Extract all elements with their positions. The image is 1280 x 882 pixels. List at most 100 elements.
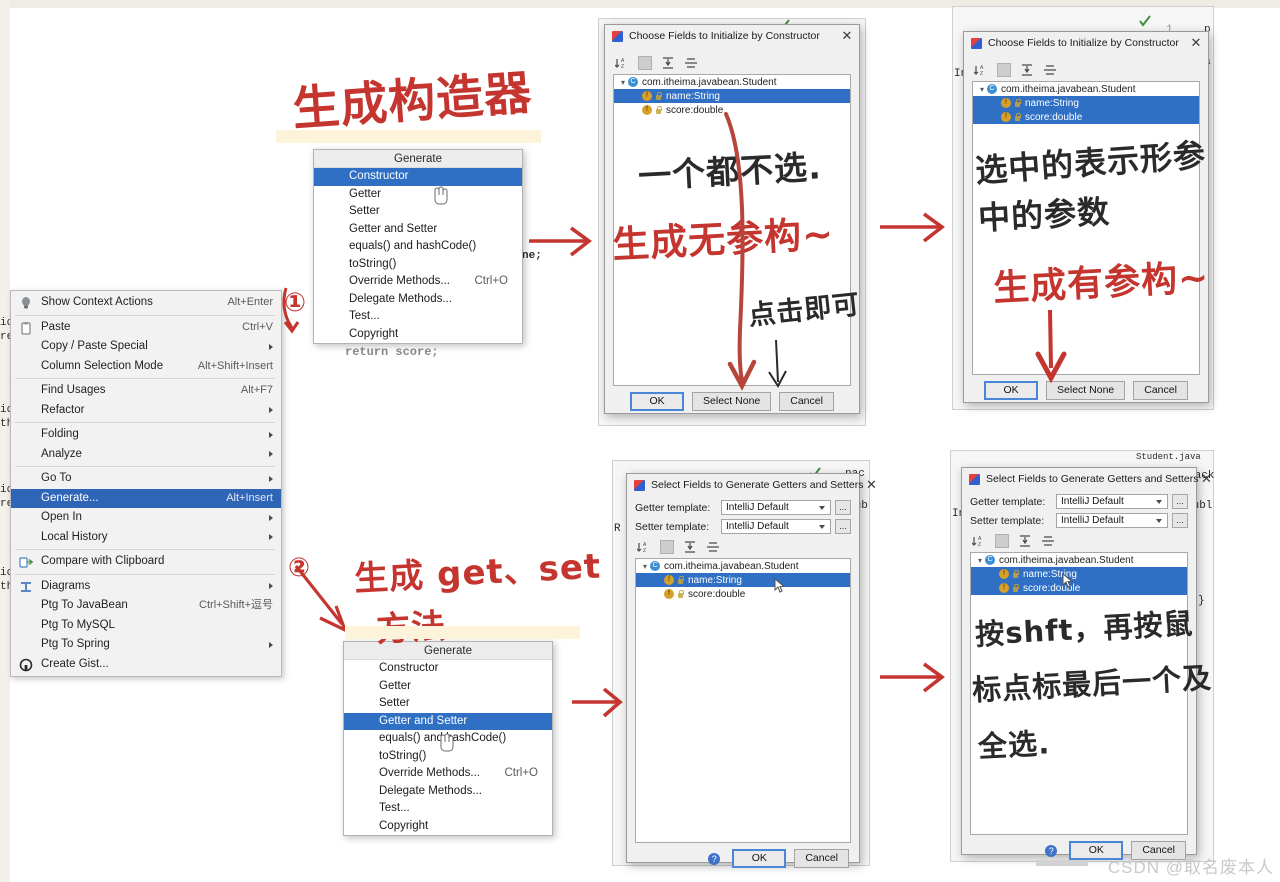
context-menu-item-column-selection-mode[interactable]: Column Selection Mode Alt+Shift+Insert xyxy=(11,357,281,377)
tree-toolbar-3[interactable]: AZ xyxy=(636,538,851,555)
generate-item-tostring[interactable]: toString() xyxy=(344,748,552,766)
context-menu-item-analyze[interactable]: Analyze xyxy=(11,445,281,465)
setter-template-select[interactable]: IntelliJ Default xyxy=(721,519,831,534)
generate-popup-top[interactable]: Generate Constructor Getter Setter Getter a… xyxy=(313,149,523,344)
tree-node-class[interactable]: ▾ Ccom.itheima.javabean.Student xyxy=(971,553,1187,567)
generate-item-override-methods[interactable]: Override Methods... Ctrl+O xyxy=(344,765,552,783)
dialog-choose-fields-ctor-none[interactable]: Choose Fields to Initialize by Construct… xyxy=(604,24,860,414)
generate-item-getter[interactable]: Getter xyxy=(344,678,552,696)
sort-alpha-icon[interactable]: AZ xyxy=(614,56,629,70)
close-icon[interactable]: ✕ xyxy=(839,28,855,44)
generate-item-getter-and-setter[interactable]: Getter and Setter xyxy=(344,712,552,730)
generate-item-test[interactable]: Test... xyxy=(344,800,552,818)
close-icon[interactable]: ✕ xyxy=(1198,471,1214,487)
tree-toolbar-2[interactable]: AZ xyxy=(973,61,1200,78)
group-by-icon[interactable] xyxy=(995,533,1009,548)
getter-template-select[interactable]: IntelliJ Default xyxy=(1056,494,1168,509)
group-by-icon[interactable] xyxy=(997,62,1011,77)
tree-toolbar[interactable]: AZ xyxy=(614,54,851,71)
generate-item-override-methods[interactable]: Override Methods... Ctrl+O xyxy=(314,273,522,291)
getter-template-edit-button[interactable]: ... xyxy=(1172,494,1188,509)
tree-node-field[interactable]: f score:double xyxy=(636,587,850,601)
setter-template-edit-button[interactable]: ... xyxy=(1172,513,1188,528)
tree-node-class[interactable]: ▾ Ccom.itheima.javabean.Student xyxy=(614,75,850,89)
group-by-icon[interactable] xyxy=(638,55,652,70)
context-menu-item-generate[interactable]: Generate... Alt+Insert xyxy=(11,488,281,508)
sort-alpha-icon[interactable]: AZ xyxy=(973,63,988,77)
tree-node-field[interactable]: f name:String xyxy=(971,567,1187,581)
generate-item-constructor[interactable]: Constructor xyxy=(314,168,522,186)
select-none-button[interactable]: Select None xyxy=(1046,381,1126,400)
setter-template-select[interactable]: IntelliJ Default xyxy=(1056,513,1168,528)
context-menu-item-go-to[interactable]: Go To xyxy=(11,469,281,489)
setter-template-edit-button[interactable]: ... xyxy=(835,519,851,534)
dialog-choose-fields-ctor-all[interactable]: Choose Fields to Initialize by Construct… xyxy=(963,31,1209,403)
collapse-all-icon[interactable] xyxy=(1043,63,1057,77)
tree-node-class[interactable]: ▾ Ccom.itheima.javabean.Student xyxy=(973,82,1199,96)
fields-tree[interactable]: ▾ Ccom.itheima.javabean.Student f name:Stri… xyxy=(613,74,851,386)
fields-tree-2[interactable]: ▾ Ccom.itheima.javabean.Student f name:Stri… xyxy=(972,81,1200,375)
tree-node-field[interactable]: f name:String xyxy=(636,573,850,587)
context-menu-item-ptg-to-mysql[interactable]: Ptg To MySQL xyxy=(11,616,281,636)
generate-popup-bottom[interactable]: Generate Constructor Getter Setter Getter a… xyxy=(343,641,553,836)
context-menu-item-ptg-to-spring[interactable]: Ptg To Spring xyxy=(11,635,281,655)
context-menu-item-compare-with-clipboard[interactable]: Compare with Clipboard xyxy=(11,552,281,572)
generate-item-test[interactable]: Test... xyxy=(314,308,522,326)
tree-toolbar-4[interactable]: AZ xyxy=(971,532,1188,549)
ok-button[interactable]: OK xyxy=(732,849,787,868)
cancel-button[interactable]: Cancel xyxy=(779,392,834,411)
context-menu-item-find-usages[interactable]: Find Usages Alt+F7 xyxy=(11,381,281,401)
dialog-select-fields-gs-one[interactable]: Select Fields to Generate Getters and Se… xyxy=(626,473,877,868)
chevron-down-icon[interactable]: ▾ xyxy=(977,85,987,94)
dialog-select-fields-gs-all[interactable]: Select Fields to Generate Getters and Se… xyxy=(961,467,1212,860)
tree-node-field[interactable]: f score:double xyxy=(971,581,1187,595)
generate-item-equals-and-hashcode[interactable]: equals() and hashCode() xyxy=(314,238,522,256)
ok-button[interactable]: OK xyxy=(984,381,1039,400)
tree-node-field[interactable]: f score:double xyxy=(973,110,1199,124)
help-icon[interactable]: ? xyxy=(1045,844,1058,857)
generate-item-constructor[interactable]: Constructor xyxy=(344,660,552,678)
fields-tree-3[interactable]: ▾ Ccom.itheima.javabean.Student f name:Stri… xyxy=(635,558,851,843)
collapse-all-icon[interactable] xyxy=(706,540,720,554)
context-menu-item-open-in[interactable]: Open In xyxy=(11,508,281,528)
context-menu-item-ptg-to-javabean[interactable]: Ptg To JavaBean Ctrl+Shift+逗号 xyxy=(11,596,281,616)
collapse-all-icon[interactable] xyxy=(1041,534,1055,548)
generate-item-setter[interactable]: Setter xyxy=(344,695,552,713)
expand-all-icon[interactable] xyxy=(661,56,675,70)
generate-item-getter-and-setter[interactable]: Getter and Setter xyxy=(314,221,522,239)
cancel-button[interactable]: Cancel xyxy=(1133,381,1188,400)
context-menu-item-local-history[interactable]: Local History xyxy=(11,528,281,548)
chevron-down-icon[interactable]: ▾ xyxy=(640,562,650,571)
getter-template-edit-button[interactable]: ... xyxy=(835,500,851,515)
generate-item-delegate-methods[interactable]: Delegate Methods... xyxy=(344,783,552,801)
generate-popup-list-bottom[interactable]: Constructor Getter Setter Getter and Setter… xyxy=(344,660,552,835)
chevron-down-icon[interactable]: ▾ xyxy=(618,78,628,87)
sort-alpha-icon[interactable]: AZ xyxy=(636,540,651,554)
context-menu-item-show-context-actions[interactable]: Show Context Actions Alt+Enter xyxy=(11,293,281,313)
generate-popup-list[interactable]: Constructor Getter Setter Getter and Setter… xyxy=(314,168,522,343)
generate-item-getter[interactable]: Getter xyxy=(314,186,522,204)
context-menu-item-diagrams[interactable]: Diagrams xyxy=(11,577,281,597)
close-icon[interactable]: ✕ xyxy=(863,477,879,493)
tree-node-field[interactable]: f name:String xyxy=(973,96,1199,110)
generate-item-equals-and-hashcode[interactable]: equals() and hashCode() xyxy=(344,730,552,748)
generate-item-copyright[interactable]: Copyright xyxy=(314,326,522,344)
expand-all-icon[interactable] xyxy=(683,540,697,554)
sort-alpha-icon[interactable]: AZ xyxy=(971,534,986,548)
generate-item-copyright[interactable]: Copyright xyxy=(344,818,552,836)
chevron-down-icon[interactable]: ▾ xyxy=(975,556,985,565)
expand-all-icon[interactable] xyxy=(1020,63,1034,77)
editor-context-menu[interactable]: Show Context Actions Alt+Enter Paste Ctrl+V… xyxy=(10,290,282,677)
close-icon[interactable]: ✕ xyxy=(1188,35,1204,51)
context-menu-item-refactor[interactable]: Refactor xyxy=(11,401,281,421)
generate-item-setter[interactable]: Setter xyxy=(314,203,522,221)
generate-item-delegate-methods[interactable]: Delegate Methods... xyxy=(314,291,522,309)
help-icon[interactable]: ? xyxy=(708,852,721,865)
fields-tree-4[interactable]: ▾ Ccom.itheima.javabean.Student f name:Stri… xyxy=(970,552,1188,835)
group-by-icon[interactable] xyxy=(660,539,674,554)
context-menu-item-copy-paste-special[interactable]: Copy / Paste Special xyxy=(11,337,281,357)
getter-template-select[interactable]: IntelliJ Default xyxy=(721,500,831,515)
collapse-all-icon[interactable] xyxy=(684,56,698,70)
ok-button[interactable]: OK xyxy=(630,392,685,411)
expand-all-icon[interactable] xyxy=(1018,534,1032,548)
